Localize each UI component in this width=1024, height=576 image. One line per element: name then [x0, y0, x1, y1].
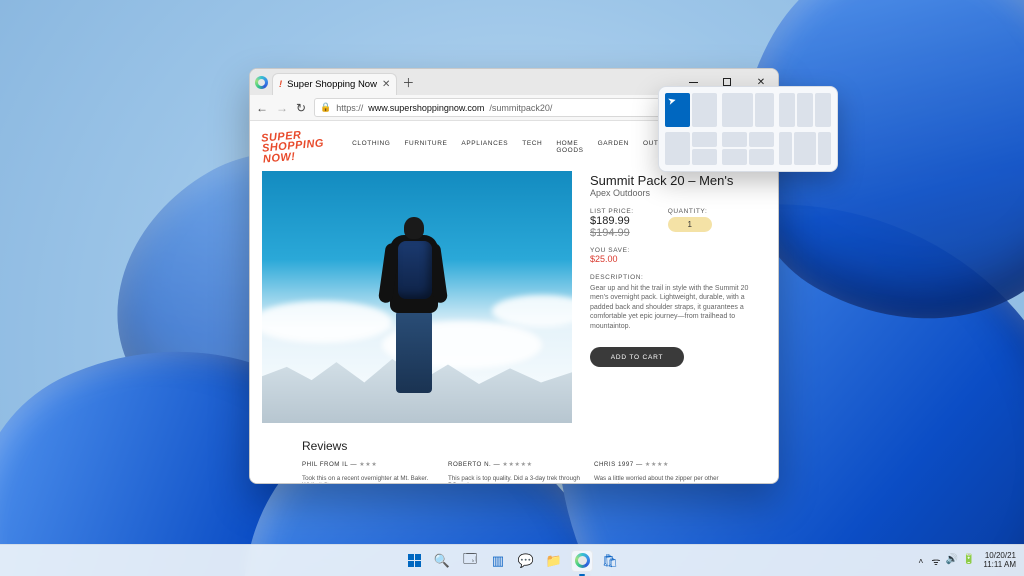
snap-layout-option[interactable] [779, 132, 831, 166]
product-description: Gear up and hit the trail in style with … [590, 284, 766, 331]
review-body: Took this on a recent overnighter at Mt.… [302, 475, 434, 483]
widgets-icon[interactable]: ▥ [487, 550, 509, 572]
file-explorer-icon[interactable]: 📁 [543, 550, 565, 572]
tray-chevron-icon[interactable]: ˄ [918, 556, 923, 566]
quantity-stepper[interactable]: 1 [668, 217, 712, 232]
description-label: DESCRIPTION: [590, 274, 766, 281]
star-rating-icon: ★★★★ [645, 461, 669, 468]
new-tab-button[interactable]: ＋ [397, 69, 419, 95]
start-button[interactable] [403, 550, 425, 572]
nav-refresh-button[interactable]: ↻ [296, 101, 306, 115]
quantity-label: QUANTITY: [668, 208, 712, 215]
taskbar-clock[interactable]: 10/20/21 11:11 AM [983, 552, 1016, 569]
nav-forward-button[interactable]: → [276, 101, 288, 115]
review-item: CHRIS 1997 — ★★★★ Was a little worried a… [594, 461, 726, 483]
wifi-icon: ᯤ [931, 554, 940, 568]
chat-icon[interactable]: 💬 [515, 550, 537, 572]
product-brand: Apex Outdoors [590, 188, 766, 198]
site-main-nav: CLOTHING FURNITURE APPLIANCES TECH HOME … [352, 140, 680, 154]
review-body: Was a little worried about the zipper pe… [594, 475, 726, 483]
you-save-amount: $25.00 [590, 254, 766, 264]
lock-icon: 🔒 [320, 102, 331, 113]
tab-favicon: ! [279, 79, 282, 90]
site-logo[interactable]: SUPER SHOPPING NOW! [261, 129, 326, 166]
review-body: This pack is top quality. Did a 3-day tr… [448, 475, 580, 483]
taskbar: 🔍 🗔 ▥ 💬 📁 🛍 ˄ ᯤ 🔊 🔋 10/20/21 11:11 AM [0, 544, 1024, 576]
product-title: Summit Pack 20 – Men's [590, 173, 766, 188]
url-host: www.supershoppingnow.com [368, 103, 484, 113]
nav-item[interactable]: CLOTHING [352, 140, 390, 154]
review-item: PHIL FROM IL — ★★★ Took this on a recent… [302, 461, 434, 483]
review-item: ROBERTO N. — ★★★★★ This pack is top qual… [448, 461, 580, 483]
store-icon[interactable]: 🛍 [599, 550, 621, 572]
edge-taskbar-icon[interactable] [571, 550, 593, 572]
nav-item[interactable]: TECH [522, 140, 542, 154]
nav-item[interactable]: GARDEN [598, 140, 629, 154]
snap-layout-option[interactable] [722, 132, 774, 166]
nav-item[interactable]: APPLIANCES [461, 140, 508, 154]
volume-icon: 🔊 [945, 554, 957, 568]
reviews-heading: Reviews [302, 439, 766, 453]
reviews-list: PHIL FROM IL — ★★★ Took this on a recent… [262, 461, 766, 483]
tab-title: Super Shopping Now [287, 79, 377, 90]
page-content: SUPER SHOPPING NOW! CLOTHING FURNITURE A… [250, 121, 778, 483]
snap-layout-option[interactable] [722, 93, 774, 127]
edge-app-icon [250, 69, 272, 95]
snap-layouts-flyout: ➤ [658, 86, 838, 172]
taskbar-search-icon[interactable]: 🔍 [431, 550, 453, 572]
system-tray[interactable]: ᯤ 🔊 🔋 [931, 554, 975, 568]
nav-item[interactable]: HOME GOODS [556, 140, 583, 154]
star-rating-icon: ★★★★★ [502, 461, 532, 468]
add-to-cart-button[interactable]: ADD TO CART [590, 347, 684, 367]
product-hero-image [262, 171, 572, 423]
task-view-icon[interactable]: 🗔 [459, 550, 481, 572]
product-price: $189.99 [590, 215, 634, 227]
battery-icon: 🔋 [963, 554, 975, 568]
snap-zone-selected: ➤ [665, 93, 690, 127]
browser-tab-active[interactable]: ! Super Shopping Now ✕ [272, 73, 397, 95]
snap-layout-option[interactable] [779, 93, 831, 127]
nav-back-button[interactable]: ← [256, 101, 268, 115]
star-rating-icon: ★★★ [359, 461, 377, 468]
product-original-price: $194.99 [590, 227, 634, 239]
url-scheme: https:// [336, 103, 363, 113]
you-save-label: YOU SAVE: [590, 247, 766, 254]
list-price-label: LIST PRICE: [590, 208, 634, 215]
nav-item[interactable]: FURNITURE [404, 140, 447, 154]
snap-layout-option[interactable]: ➤ [665, 93, 717, 127]
snap-layout-option[interactable] [665, 132, 717, 166]
tab-close-icon[interactable]: ✕ [382, 79, 390, 90]
cursor-icon: ➤ [667, 95, 678, 108]
product-details: Summit Pack 20 – Men's Apex Outdoors LIS… [590, 171, 766, 423]
url-path: /summitpack20/ [489, 103, 552, 113]
